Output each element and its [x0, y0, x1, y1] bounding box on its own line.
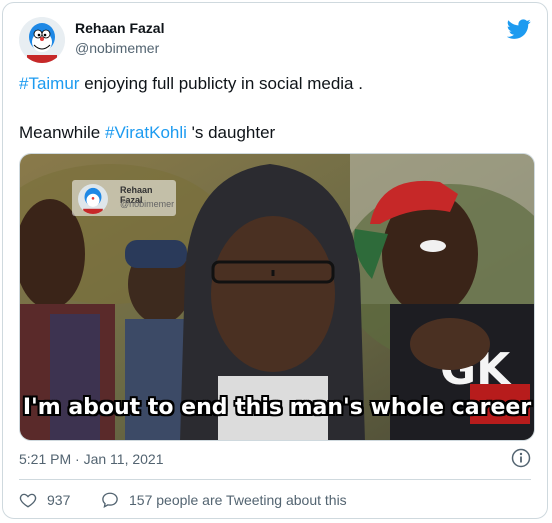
tweet-media-image[interactable]: GK Rehaan Fazal @nobimemer I'm about to …	[19, 153, 535, 441]
info-icon[interactable]	[511, 448, 531, 468]
tweet-text-line-2: Meanwhile #ViratKohli 's daughter	[19, 122, 275, 144]
author-handle[interactable]: @nobimemer	[75, 40, 159, 56]
tweet-text-fragment: 's daughter	[186, 123, 276, 142]
tweet-timestamp[interactable]: 5:21 PM · Jan 11, 2021	[19, 451, 164, 467]
watermark-handle: @nobimemer	[120, 199, 175, 209]
media-watermark: Rehaan Fazal @nobimemer	[72, 180, 176, 216]
speech-bubble-icon	[102, 492, 118, 509]
tweet-card: Rehaan Fazal @nobimemer #Taimur enjoying…	[2, 2, 548, 519]
like-action[interactable]: 937	[19, 491, 70, 509]
tweet-text-line-1: #Taimur enjoying full publicty in social…	[19, 73, 363, 95]
watermark-avatar	[78, 184, 108, 214]
author-name[interactable]: Rehaan Fazal	[75, 20, 164, 36]
media-caption: I'm about to end this man's whole career	[22, 395, 532, 420]
tweet-text-fragment: enjoying full publicty in social media .	[79, 74, 363, 93]
like-count: 937	[47, 492, 71, 508]
author-avatar[interactable]	[19, 17, 65, 63]
twitter-bird-icon[interactable]	[507, 17, 531, 41]
hashtag-taimur[interactable]: #Taimur	[19, 74, 79, 93]
hashtag-viratkohli[interactable]: #ViratKohli	[105, 123, 187, 142]
heart-icon	[19, 493, 37, 508]
divider	[19, 479, 531, 480]
conversation-text: 157 people are Tweeting about this	[129, 492, 347, 508]
tweet-text-fragment: Meanwhile	[19, 123, 105, 142]
conversation-action[interactable]: 157 people are Tweeting about this	[101, 491, 347, 509]
